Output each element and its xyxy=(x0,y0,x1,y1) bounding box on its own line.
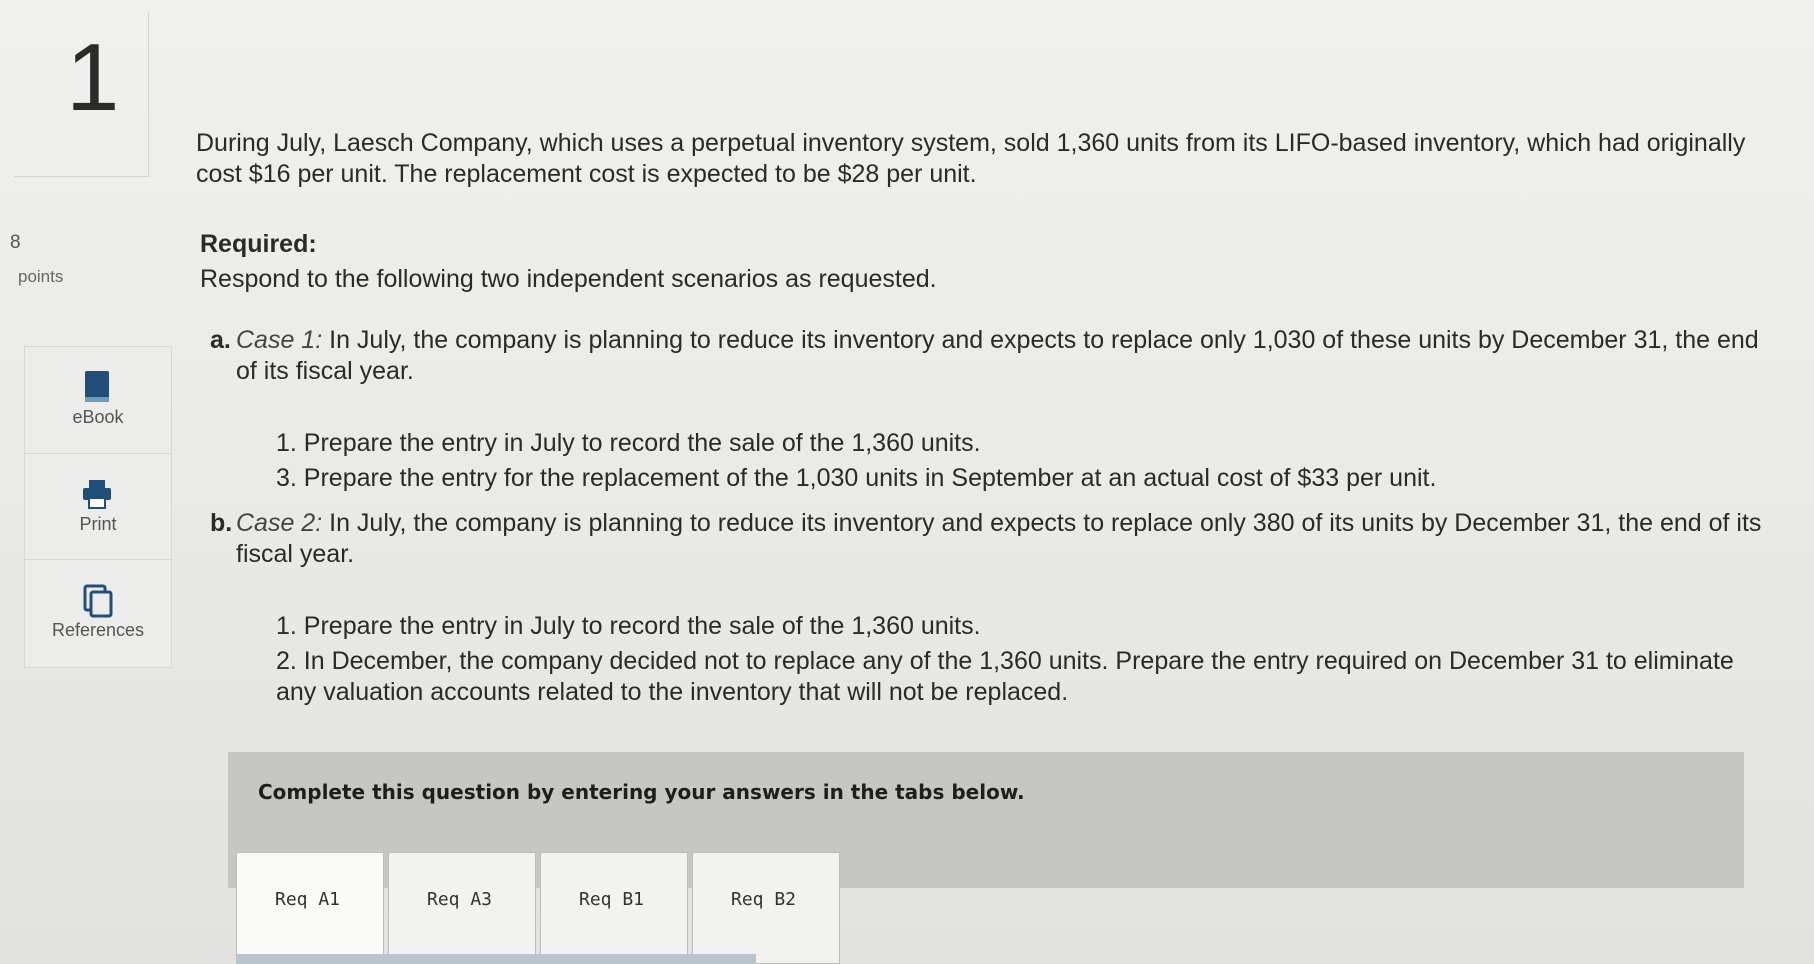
question-number: 1 xyxy=(66,24,120,131)
scenario-a-text: In July, the company is planning to redu… xyxy=(236,326,1759,386)
question-number-box: 1 xyxy=(14,12,149,177)
scenario-b-step: 2. In December, the company decided not … xyxy=(276,646,1734,706)
tab-label: Req A3 xyxy=(427,889,493,910)
print-button[interactable]: Print xyxy=(25,453,171,560)
required-text: Respond to the following two independent… xyxy=(200,264,937,293)
tab-req-a3[interactable]: Req A3 xyxy=(388,852,536,964)
tab-label: Req B2 xyxy=(731,889,797,910)
ebook-label: eBook xyxy=(72,407,124,427)
tab-content-edge xyxy=(236,954,756,964)
requirement-tabs: Req A1 Req A3 Req B1 Req B2 xyxy=(236,852,844,964)
ebook-button[interactable]: eBook xyxy=(25,347,171,453)
tab-label: Req B1 xyxy=(579,889,645,910)
printer-icon xyxy=(83,480,111,509)
references-button[interactable]: References xyxy=(25,559,171,666)
book-icon xyxy=(85,371,109,402)
references-label: References xyxy=(51,620,145,640)
tab-req-b1[interactable]: Req B1 xyxy=(540,852,688,964)
scenario-a-steps: 1. Prepare the entry in July to record t… xyxy=(276,428,1776,495)
scenario-b-step: 1. Prepare the entry in July to record t… xyxy=(276,611,981,640)
scenario-a-step: 1. Prepare the entry in July to record t… xyxy=(276,428,981,457)
question-page: 1 8 points eBook Print References During… xyxy=(0,0,1814,964)
scenario-b-letter: b. xyxy=(210,509,233,537)
problem-intro: During July, Laesch Company, which uses … xyxy=(196,129,1746,189)
references-icon xyxy=(83,584,113,618)
scenario-b-text: In July, the company is planning to redu… xyxy=(236,509,1762,569)
scenario-b: b. Case 2: In July, the company is plann… xyxy=(210,508,1776,708)
scenario-a-step: 3. Prepare the entry for the replacement… xyxy=(276,463,1437,492)
scenario-a-letter: a. xyxy=(210,326,231,354)
problem-content: During July, Laesch Company, which uses … xyxy=(196,128,1776,712)
tab-req-a1[interactable]: Req A1 xyxy=(236,852,384,964)
tab-label: Req A1 xyxy=(275,889,341,910)
tools-panel: eBook Print References xyxy=(24,346,172,668)
points-value: 8 xyxy=(10,232,21,253)
print-label: Print xyxy=(79,514,117,534)
scenario-b-steps: 1. Prepare the entry in July to record t… xyxy=(276,611,1776,709)
answer-instruction: Complete this question by entering your … xyxy=(258,780,1025,804)
required-heading: Required: xyxy=(200,229,317,258)
scenario-a-case-name: Case 1: xyxy=(236,326,323,354)
tab-req-b2[interactable]: Req B2 xyxy=(692,852,840,964)
scenario-a: a. Case 1: In July, the company is plann… xyxy=(210,325,1776,494)
points-label: points xyxy=(18,267,64,286)
scenario-b-case-name: Case 2: xyxy=(236,509,323,537)
